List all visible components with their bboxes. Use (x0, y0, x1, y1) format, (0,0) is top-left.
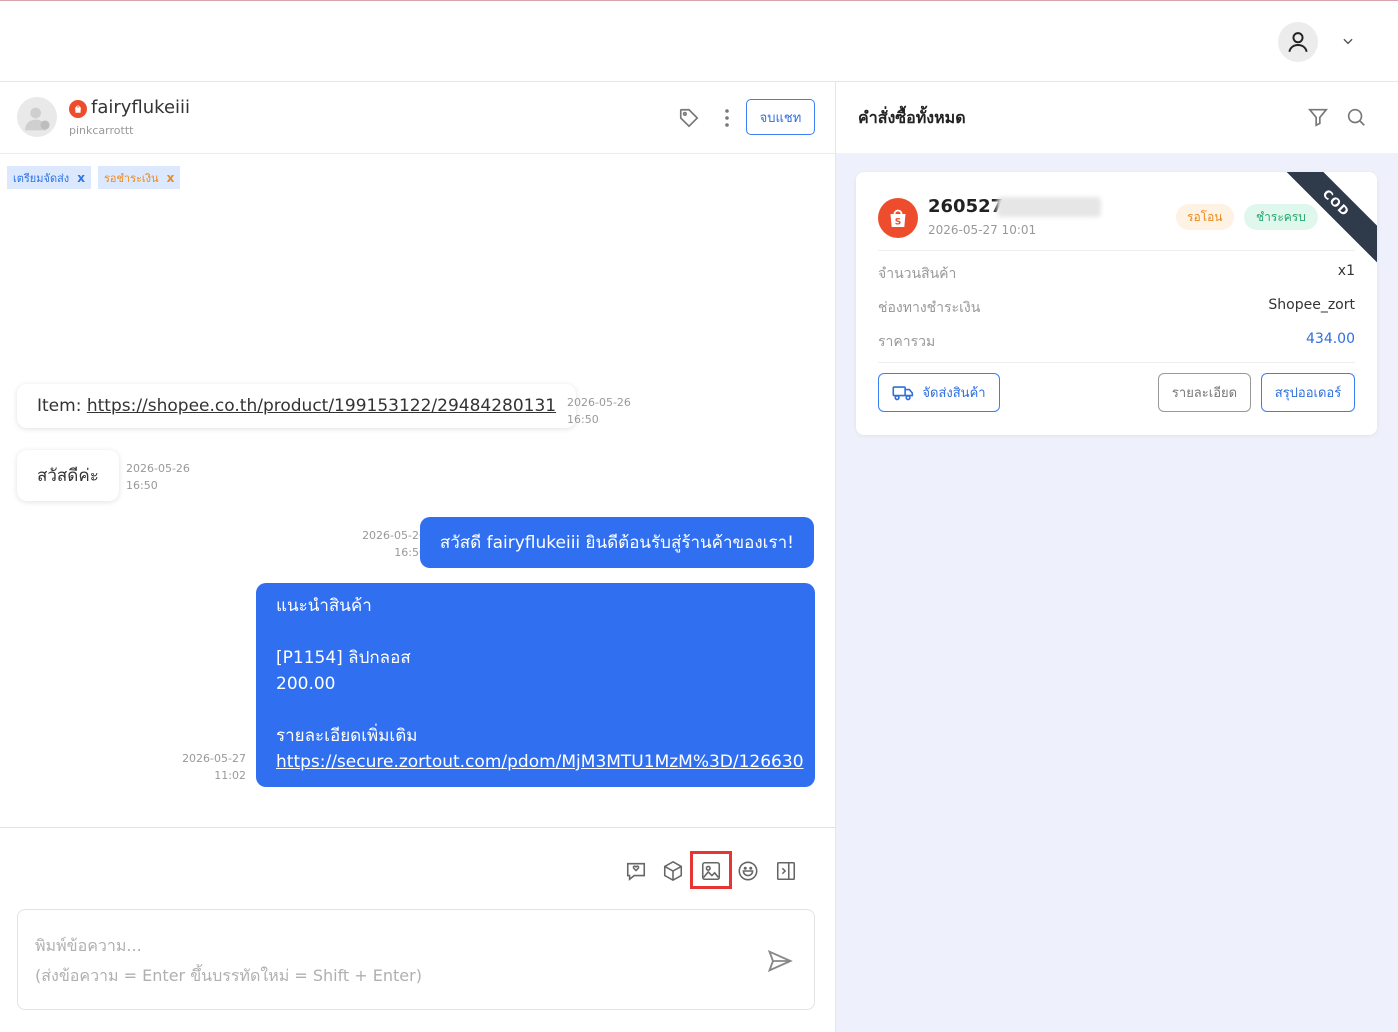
product-link[interactable]: https://shopee.co.th/product/199153122/2… (87, 396, 556, 416)
filter-icon[interactable] (1307, 106, 1329, 128)
product-box-icon[interactable] (660, 858, 686, 884)
remove-tag-button[interactable]: x (167, 171, 175, 185)
user-avatar[interactable] (1278, 22, 1318, 62)
svg-text:S: S (895, 218, 901, 228)
customer-username: pinkcarrottt (69, 124, 134, 137)
tag-awaiting-payment: รอชำระเงิน x (97, 166, 181, 189)
redacted-order-number (997, 197, 1101, 217)
chat-tags: เตรียมจัดส่ง x รอชำระเงิน x (7, 166, 181, 189)
message-time: 16:50 (394, 546, 426, 559)
message-date: 2026-05-26 (567, 396, 631, 409)
customer-name: fairyflukeiii (91, 97, 191, 118)
person-placeholder-icon (25, 107, 50, 131)
top-bar (0, 0, 1398, 82)
total-label: ราคารวม (878, 334, 936, 350)
message-text: สวัสดีค่ะ (37, 466, 99, 486)
order-number: 260527 (928, 196, 1004, 217)
divider (878, 250, 1355, 251)
message-text: สวัสดี fairyflukeiii ยินดีต้อนรับสู่ร้าน… (439, 533, 794, 553)
more-options-icon[interactable] (717, 107, 737, 129)
message-bubble-outgoing: สวัสดี fairyflukeiii ยินดีต้อนรับสู่ร้าน… (419, 517, 814, 568)
send-icon[interactable] (766, 947, 794, 975)
quick-reply-icon[interactable] (623, 858, 649, 884)
recommend-title: แนะนำสินค้า (276, 596, 372, 616)
ship-order-label: จัดส่งสินค้า (922, 386, 986, 401)
message-input[interactable]: พิมพ์ข้อความ... (ส่งข้อความ = Enter ขึ้น… (17, 909, 815, 1010)
product-recommendation-bubble: แนะนำสินค้า [P1154] ลิปกลอส 200.00 รายละ… (256, 583, 815, 787)
message-time: 11:02 (214, 769, 246, 782)
quantity-value: x1 (1337, 263, 1355, 279)
account-menu-chevron-down-icon[interactable] (1338, 31, 1358, 51)
composer-divider (0, 827, 835, 828)
product-price: 200.00 (276, 674, 336, 694)
order-date: 2026-05-27 10:01 (928, 223, 1037, 237)
quantity-label: จำนวนสินค้า (878, 266, 957, 282)
tag-label: เตรียมจัดส่ง (13, 171, 70, 185)
product-detail-link[interactable]: https://secure.zortout.com/pdom/MjM3MTU1… (276, 749, 804, 775)
message-date: 2026-05-26 (126, 462, 190, 475)
toggle-panel-icon[interactable] (773, 858, 799, 884)
input-hint: (ส่งข้อความ = Enter ขึ้นบรรทัดใหม่ = Shi… (35, 966, 422, 985)
emoji-icon[interactable] (735, 858, 761, 884)
user-icon (1288, 32, 1308, 53)
chat-header: fairyflukeiii pinkcarrottt จบแชท (0, 82, 835, 154)
payment-channel-value: Shopee_zort (1268, 297, 1355, 313)
payment-channel-label: ช่องทางชำระเงิน (878, 300, 981, 316)
message-date: 2026-05-27 (182, 752, 246, 765)
message-timestamp: 2026-05-27 11:02 (178, 750, 246, 784)
orders-header: คำสั่งซื้อทั้งหมด (836, 82, 1398, 153)
message-bubble-incoming: Item: https://shopee.co.th/product/19915… (17, 384, 577, 428)
message-timestamp: 2026-05-26 16:50 (359, 527, 426, 561)
shopee-bag-icon: S (878, 198, 918, 238)
ship-order-button[interactable]: จัดส่งสินค้า (878, 373, 1000, 412)
message-time: 16:50 (126, 479, 158, 492)
truck-icon (892, 385, 914, 400)
order-detail-button[interactable]: รายละเอียด (1158, 373, 1251, 412)
message-prefix: Item: (37, 396, 87, 416)
order-card[interactable]: COD S 260527 2026-05-27 10:01 รอโอน ชำระ… (856, 172, 1377, 435)
chat-panel: fairyflukeiii pinkcarrottt จบแชท เตรียมจ… (0, 82, 836, 1032)
product-name: [P1154] ลิปกลอส (276, 648, 411, 668)
order-summary-button[interactable]: สรุปออเดอร์ (1261, 373, 1355, 412)
input-placeholder: พิมพ์ข้อความ... (35, 936, 142, 955)
end-chat-button[interactable]: จบแชท (746, 99, 815, 135)
tag-label: รอชำระเงิน (103, 171, 159, 185)
message-timestamp: 2026-05-26 16:50 (567, 394, 631, 428)
customer-avatar (17, 97, 57, 137)
message-timestamp: 2026-05-26 16:50 (126, 460, 190, 494)
highlight-box (690, 851, 732, 889)
message-date: 2026-05-26 (362, 529, 426, 542)
shopee-icon (69, 100, 87, 118)
total-value: 434.00 (1306, 331, 1355, 347)
message-bubble-incoming: สวัสดีค่ะ (17, 450, 119, 501)
orders-title: คำสั่งซื้อทั้งหมด (858, 108, 966, 127)
status-badge-paid: ชำระครบ (1244, 204, 1318, 230)
more-details-label: รายละเอียดเพิ่มเติม (276, 726, 418, 746)
remove-tag-button[interactable]: x (77, 171, 85, 185)
tag-icon[interactable] (678, 107, 700, 129)
divider (878, 362, 1355, 363)
orders-panel: คำสั่งซื้อทั้งหมด COD S 260527 2026-05-2… (836, 82, 1398, 1032)
tag-preparing-shipment: เตรียมจัดส่ง x (7, 166, 91, 189)
message-time: 16:50 (567, 413, 599, 426)
search-icon[interactable] (1345, 106, 1367, 128)
status-badge-awaiting-transfer: รอโอน (1176, 204, 1234, 230)
